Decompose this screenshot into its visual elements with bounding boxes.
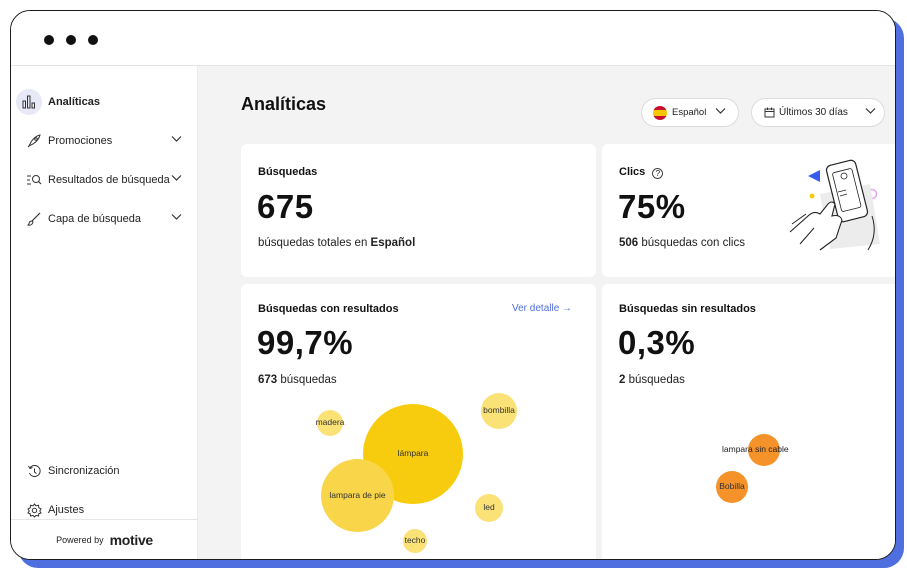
sidebar-item-label: Promociones bbox=[48, 135, 113, 147]
card-title: Clics ? bbox=[619, 166, 664, 179]
window-dot-close[interactable] bbox=[44, 35, 54, 45]
searches-subtitle: búsquedas totales en Español bbox=[258, 237, 416, 249]
gear-icon bbox=[23, 499, 45, 521]
term-bubble[interactable]: techo bbox=[403, 529, 427, 553]
help-icon[interactable]: ? bbox=[652, 168, 664, 179]
search-list-icon bbox=[23, 169, 45, 191]
card-title: Búsquedas bbox=[258, 166, 318, 178]
sidebar-item-label: Resultados de búsqueda bbox=[48, 174, 170, 186]
window-dot-maximize[interactable] bbox=[88, 35, 98, 45]
card-title: Búsquedas con resultados bbox=[258, 303, 399, 315]
chevron-down-icon bbox=[715, 107, 726, 118]
without-results-card: Búsquedas sin resultados 0,3% 2 búsqueda… bbox=[602, 284, 895, 559]
chevron-down-icon bbox=[171, 173, 182, 185]
with-results-value: 99,7% bbox=[257, 324, 354, 361]
sidebar-item-label: Capa de búsqueda bbox=[48, 213, 141, 225]
with-results-subtitle: 673 búsquedas bbox=[258, 374, 337, 386]
sync-history-icon bbox=[23, 460, 45, 482]
window-dot-minimize[interactable] bbox=[66, 35, 76, 45]
sidebar: Analíticas Promociones Resultados de bús… bbox=[11, 66, 198, 559]
language-label: Español bbox=[672, 107, 707, 118]
powered-by: Powered by motive bbox=[11, 519, 198, 559]
sidebar-item-resultados[interactable]: Resultados de búsqueda bbox=[11, 165, 198, 195]
chevron-down-icon bbox=[171, 212, 182, 224]
title-bar bbox=[11, 11, 895, 66]
clicks-value: 75% bbox=[618, 188, 686, 225]
without-results-value: 0,3% bbox=[618, 324, 696, 361]
term-bubble[interactable]: led bbox=[475, 494, 503, 522]
term-bubble[interactable]: madera bbox=[316, 410, 344, 436]
bar-chart-icon bbox=[16, 89, 42, 115]
sidebar-item-label: Analíticas bbox=[48, 96, 100, 108]
sidebar-item-label: Ajustes bbox=[48, 504, 85, 516]
hand-phone-illustration bbox=[789, 159, 880, 251]
main-content: Analíticas Español Últimos 30 días Búsqu… bbox=[198, 66, 895, 559]
sidebar-item-label: Sincronización bbox=[48, 465, 120, 477]
app-window: Analíticas Promociones Resultados de bús… bbox=[10, 10, 896, 560]
brush-icon bbox=[23, 208, 45, 230]
powered-by-label: Powered by bbox=[56, 534, 104, 545]
brand-logo: motive bbox=[109, 531, 154, 548]
clicks-subtitle: 506 búsquedas con clics bbox=[619, 237, 745, 249]
chevron-down-icon bbox=[171, 134, 182, 146]
searches-card: Búsquedas 675 búsquedas totales en Españ… bbox=[241, 144, 596, 277]
without-results-subtitle: 2 búsquedas bbox=[619, 374, 685, 386]
page-title: Analíticas bbox=[241, 94, 327, 114]
card-title: Búsquedas sin resultados bbox=[619, 303, 756, 315]
sidebar-item-promociones[interactable]: Promociones bbox=[11, 126, 198, 156]
calendar-icon bbox=[764, 107, 775, 121]
date-range-selector[interactable]: Últimos 30 días bbox=[751, 98, 885, 127]
rocket-icon bbox=[23, 130, 45, 152]
language-selector[interactable]: Español bbox=[641, 98, 739, 127]
date-range-label: Últimos 30 días bbox=[779, 107, 848, 118]
clicks-card: Clics ? 75% 506 búsquedas con clics bbox=[602, 144, 895, 277]
sidebar-item-analiticas[interactable]: Analíticas bbox=[11, 87, 198, 117]
spain-flag-icon bbox=[653, 106, 667, 120]
term-bubble[interactable]: lampara de pie bbox=[321, 459, 394, 532]
term-bubble[interactable]: bombilla bbox=[481, 393, 517, 429]
ver-detalle-link[interactable]: Ver detalle → bbox=[512, 303, 572, 314]
term-bubble[interactable]: Bobilla bbox=[716, 471, 748, 503]
sidebar-item-sincronizacion[interactable]: Sincronización bbox=[11, 456, 198, 486]
with-results-card: Búsquedas con resultados Ver detalle → 9… bbox=[241, 284, 596, 559]
sidebar-item-capa[interactable]: Capa de búsqueda bbox=[11, 204, 198, 234]
searches-value: 675 bbox=[257, 188, 314, 225]
term-label[interactable]: lampara sin cable bbox=[722, 444, 789, 454]
chevron-down-icon bbox=[865, 107, 876, 118]
